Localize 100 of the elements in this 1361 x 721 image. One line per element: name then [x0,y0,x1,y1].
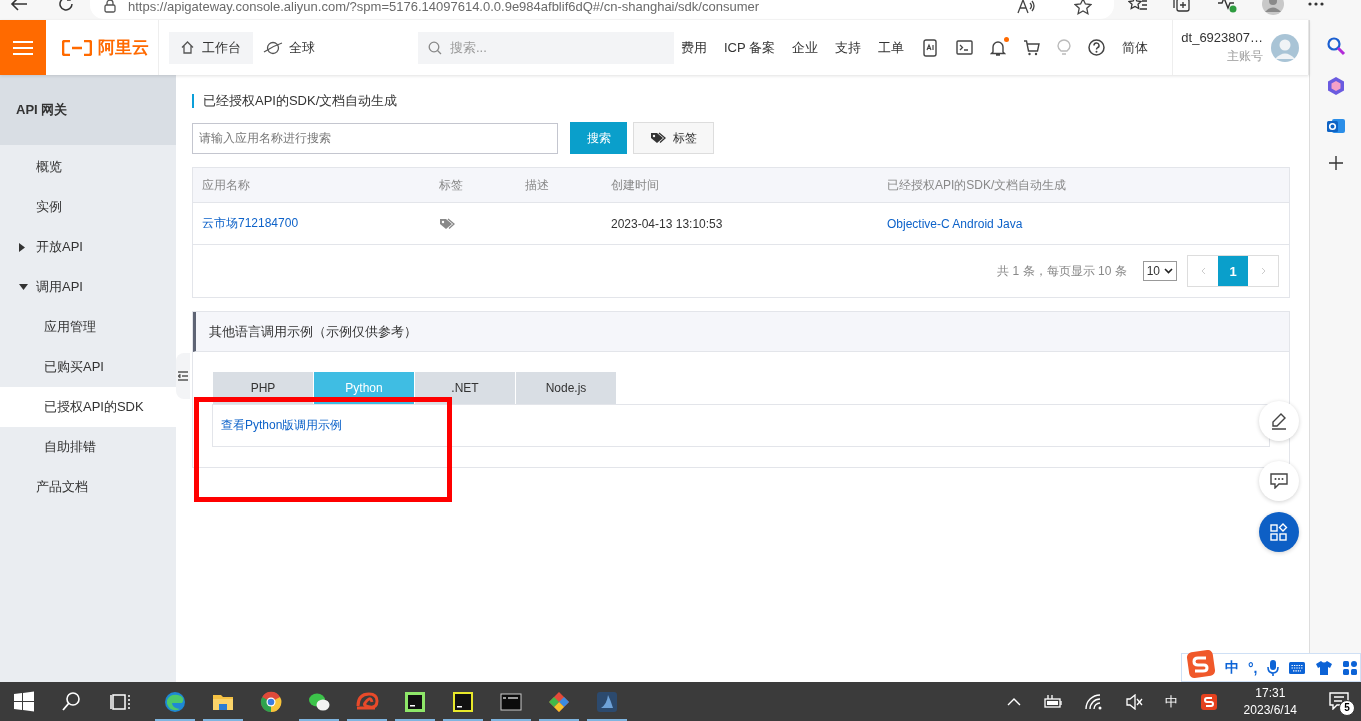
sidebar-item[interactable]: 已授权API的SDK [0,387,176,427]
chevron-right-icon [1260,267,1266,275]
pc-app-icon [451,689,475,714]
language-menu[interactable]: 简体 [1122,38,1149,57]
favorite-star-icon[interactable] [1074,0,1092,15]
terminal-icon[interactable] [956,40,974,55]
region-selector[interactable]: 全球 [263,38,315,57]
pen-icon [1270,412,1288,430]
sidebar-item[interactable]: 已购买API [0,347,176,387]
bird-icon [595,689,619,714]
battery-icon[interactable] [1042,694,1063,709]
home-icon [181,41,194,54]
muted-speaker-icon[interactable] [1124,693,1143,710]
user-name[interactable]: dt_6923807… [1181,30,1263,45]
tag-icon [439,217,455,230]
back-icon[interactable] [10,0,28,11]
browser-icon [259,689,283,714]
menu-button[interactable] [0,20,46,75]
column-header: 标签 [439,176,464,194]
api-doc-icon[interactable] [921,38,940,57]
menu-icon [12,39,34,56]
chat-icon [1270,473,1288,489]
mail-app-icon[interactable] [1325,116,1346,136]
pagination-summary: 共 1 条，每页显示 10 条 [997,262,1127,280]
search-icon[interactable] [1325,36,1346,56]
notification-center-button[interactable]: 5 [1329,691,1355,716]
pc-app-icon [403,689,427,714]
sidebar-item[interactable]: 调用API [0,267,176,307]
sidebar-item[interactable]: 概览 [0,147,176,187]
collections-icon[interactable] [1172,0,1192,13]
notification-count: 5 [1339,699,1355,716]
search-field[interactable]: 请输入应用名称进行搜索 [192,122,558,154]
help-icon[interactable] [1088,39,1106,56]
cart-icon[interactable] [1023,39,1041,56]
shirt-icon[interactable] [1314,659,1333,676]
favorites-icon[interactable] [1128,0,1148,12]
account-type: 主账号 [1227,48,1263,65]
nav-link[interactable]: 企业 [792,38,819,57]
hexagon-app-icon[interactable] [1325,76,1346,96]
globe-icon [263,39,283,56]
add-icon[interactable] [1328,156,1343,170]
tag-button[interactable]: 标签 [633,122,714,154]
language-tab[interactable]: .NET [415,372,515,404]
notification-button[interactable] [990,39,1007,56]
feedback-button[interactable] [1259,461,1299,501]
ime-logo-icon[interactable] [1199,692,1218,711]
apps-button[interactable] [1259,512,1299,552]
input-method-indicator[interactable]: 中 [1164,692,1178,711]
grid-icon[interactable] [1341,659,1358,676]
sidebar-item[interactable]: 自助排错 [0,427,176,467]
sidebar-item[interactable]: 开放API [0,227,176,267]
wifi-icon[interactable] [1084,693,1103,710]
browser-icon [163,689,187,714]
punctuation-toggle[interactable]: °, [1248,659,1258,676]
column-header: 应用名称 [202,176,251,194]
sidebar-item[interactable]: 应用管理 [0,307,176,347]
windows-icon [12,689,36,714]
apps-icon [1270,523,1288,541]
bell-icon [990,39,1007,56]
clock[interactable]: 17:31 2023/6/14 [1243,684,1297,719]
chevron-up-icon[interactable] [1006,697,1021,706]
nav-link[interactable]: 费用 [681,38,707,57]
example-link[interactable]: 查看Python版调用示例 [221,417,343,434]
nav-link[interactable]: 支持 [835,38,862,57]
sidebar-item[interactable]: 实例 [0,187,176,227]
time: 17:31 [1255,684,1286,702]
sidebar-item[interactable]: 产品文档 [0,467,176,507]
tag-icon [650,132,666,144]
app-name-link[interactable]: 云市场712184700 [202,215,439,232]
collapse-icon [178,371,188,381]
nav-link[interactable]: 工单 [878,38,905,57]
lock-icon [104,0,116,13]
more-icon[interactable] [1308,2,1324,6]
keyboard-icon[interactable] [1287,660,1306,675]
collapse-handle[interactable] [176,353,190,399]
caret-down-icon [19,284,28,290]
chevron-down-icon [1164,268,1173,274]
search-icon [428,40,442,55]
column-header: 描述 [525,176,550,194]
refresh-icon[interactable] [58,0,74,12]
created-time: 2023-04-13 13:10:53 [611,216,724,231]
product-title: API 网关 [0,75,176,145]
workbench-button[interactable]: 工作台 [169,31,253,64]
section-title: 已经授权API的SDK/文档自动生成 [192,94,1290,108]
logo-icon [62,39,92,56]
input-mode-toggle[interactable]: 中 [1225,658,1239,677]
date: 2023/6/14 [1243,701,1297,719]
column-header: 创建时间 [611,176,660,194]
performance-icon[interactable] [1216,0,1238,13]
microphone-icon[interactable] [1266,658,1279,677]
search-field[interactable]: 搜索... [418,31,674,64]
read-aloud-icon[interactable] [1016,0,1036,14]
chevron-left-icon [1200,267,1206,275]
sdk-links[interactable]: Objective-C Android Java [887,216,1289,231]
logo-text: 阿里云 [98,37,149,59]
language-tab[interactable]: Node.js [516,372,616,404]
nav-link[interactable]: ICP 备案 [724,38,776,57]
panel-title: 其他语言调用示例（示例仅供参考） [193,312,1289,352]
edit-button[interactable] [1259,401,1299,441]
page-size-select[interactable]: 10 [1142,261,1177,281]
